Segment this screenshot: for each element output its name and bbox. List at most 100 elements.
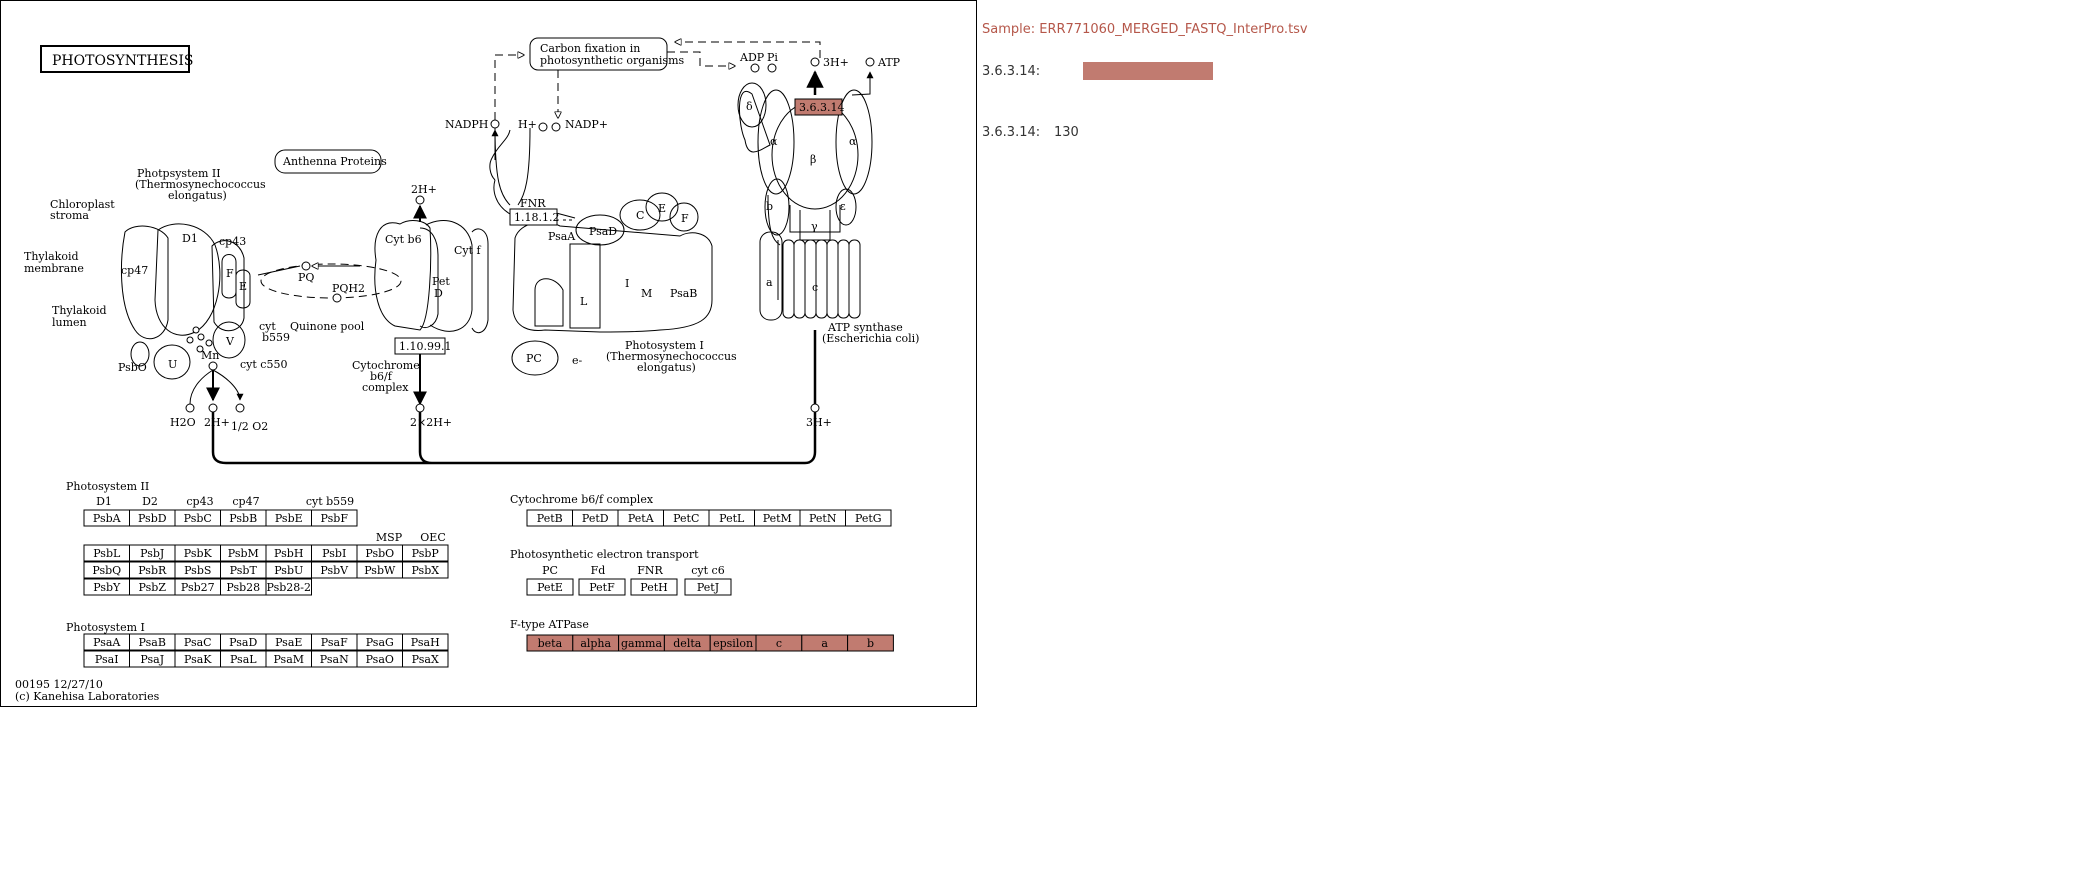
label-3h-bottom: 3H+ xyxy=(806,416,832,429)
ps1-gene-psah: PsaH xyxy=(411,636,440,649)
ps1-gene-psaf: PsaF xyxy=(321,636,348,649)
map-footer-copyright: (c) Kanehisa Laboratories xyxy=(15,690,160,703)
ps2-v: V xyxy=(225,335,235,348)
atp-synthase-label-2: (Escherichia coli) xyxy=(822,332,919,345)
legend-color-bar xyxy=(1083,62,1213,80)
ps1-gene-psax: PsaX xyxy=(412,653,439,666)
pet-gene-petf: PetF xyxy=(589,581,615,594)
ps1-gene-psac: PsaC xyxy=(184,636,212,649)
carbon-fixation-label-2: photosynthetic organisms xyxy=(540,54,685,67)
ps2-group-4: cyt b559 xyxy=(306,495,354,508)
ps1-psad: PsaD xyxy=(589,225,617,238)
label-2h-top: 2H+ xyxy=(411,183,437,196)
atpase-gene-delta: delta xyxy=(673,637,701,650)
ps2-gene-psb28-2: Psb28-2 xyxy=(266,581,311,594)
ps1-gene-psan: PsaN xyxy=(320,653,349,666)
label-quinone-pool: Quinone pool xyxy=(290,320,365,333)
ps2-gene-psbx: PsbX xyxy=(411,564,439,577)
atpase-table-heading: F-type ATPase xyxy=(510,618,589,631)
label-nadph: NADPH xyxy=(445,118,488,131)
ps2-gene-psb27: Psb27 xyxy=(181,581,215,594)
ps2-gene-psbs: PsbS xyxy=(184,564,211,577)
cytb6f-gene-petd: PetD xyxy=(582,512,609,525)
pet-gene-peth: PetH xyxy=(640,581,667,594)
sample-title: Sample: ERR771060_MERGED_FASTQ_InterPro.… xyxy=(982,22,1308,37)
ps1-e-minus: e- xyxy=(572,354,583,367)
ps2-gene-psbp: PsbP xyxy=(412,547,440,560)
atp-alpha2: α xyxy=(849,135,857,148)
ps1-f: F xyxy=(681,212,689,225)
atpase-gene-gamma: gamma xyxy=(621,637,662,650)
ps1-gene-psao: PsaO xyxy=(366,653,394,666)
label-pq: PQ xyxy=(298,271,314,284)
ps1-table-heading: Photosystem I xyxy=(66,621,145,634)
ps2-gene-psbr: PsbR xyxy=(138,564,167,577)
ps2-gene-psbv: PsbV xyxy=(320,564,349,577)
atp-alpha1: α xyxy=(770,135,778,148)
atpase-gene-a: a xyxy=(821,637,828,650)
ps2-gene-psbc: PsbC xyxy=(184,512,212,525)
kegg-pathway-map: PHOTOSYNTHESIS Chloroplast stroma Thylak… xyxy=(0,0,977,707)
label-nadpplus: NADP+ xyxy=(565,118,608,131)
ps2-group-1: D2 xyxy=(142,495,158,508)
atp-c: c xyxy=(812,281,818,294)
pet-group-1: Fd xyxy=(591,564,606,577)
label-2h-bottom: 2H+ xyxy=(204,416,230,429)
ps1-c: C xyxy=(636,209,644,222)
ps2-group-0: D1 xyxy=(96,495,112,508)
atp-a: a xyxy=(766,276,773,289)
ps1-gene-psam: PsaM xyxy=(273,653,304,666)
cytb6f-gene-petn: PetN xyxy=(809,512,837,525)
ps2-gene-psbb: PsbB xyxy=(229,512,257,525)
label-cyt-b6: Cyt b6 xyxy=(385,233,422,246)
compartment-stroma: stroma xyxy=(50,209,89,222)
ps1-gene-psae: PsaE xyxy=(275,636,302,649)
ps2-f: F xyxy=(226,267,234,280)
ps2-d1: D1 xyxy=(182,232,198,245)
antenna-proteins-label: Anthenna Proteins xyxy=(282,155,387,168)
ps2-gene-psbo: PsbO xyxy=(365,547,394,560)
atpase-gene-alpha: alpha xyxy=(580,637,611,650)
ps2-group-2: cp43 xyxy=(186,495,213,508)
ps2-gene-psbh: PsbH xyxy=(274,547,303,560)
ps1-psaa: PsaA xyxy=(548,230,576,243)
ps1-gene-psak: PsaK xyxy=(184,653,212,666)
ps2-gene-psbf: PsbF xyxy=(321,512,349,525)
ps1-e: E xyxy=(658,202,666,215)
ps1-gene-psag: PsaG xyxy=(366,636,394,649)
ps2-cyt-c550: cyt c550 xyxy=(240,358,287,371)
pet-gene-petj: PetJ xyxy=(697,581,719,594)
ps2-label-3: elongatus) xyxy=(168,189,227,202)
label-pet-d-2: D xyxy=(434,287,443,300)
ps2-gene-psbj: PsbJ xyxy=(140,547,164,560)
label-3h-top: 3H+ xyxy=(823,56,849,69)
ps1-m: M xyxy=(641,287,652,300)
ps2-gene-psby: PsbY xyxy=(93,581,121,594)
ps2-gene-psbd: PsbD xyxy=(138,512,167,525)
ps2-gene-psbl: PsbL xyxy=(93,547,121,560)
atpase-gene-beta: beta xyxy=(538,637,563,650)
label-h2o: H2O xyxy=(170,416,196,429)
map-title: PHOTOSYNTHESIS xyxy=(52,53,193,69)
ec-1-10-99-1: 1.10.99.1 xyxy=(399,340,451,353)
ps2-gene-psbt: PsbT xyxy=(230,564,258,577)
ps2-gene-psbi: PsbI xyxy=(322,547,346,560)
atp-b: b xyxy=(766,200,773,213)
atpase-gene-epsilon: epsilon xyxy=(713,637,753,650)
ps1-label-3: elongatus) xyxy=(637,361,696,374)
label-half-o2: 1/2 O2 xyxy=(231,420,268,433)
atp-epsilon: ε xyxy=(840,200,846,213)
label-cyt-f: Cyt f xyxy=(454,244,482,257)
legend-panel: Sample: ERR771060_MERGED_FASTQ_InterPro.… xyxy=(982,0,2082,200)
ps2-e: E xyxy=(239,280,247,293)
ps1-gene-psaa: PsaA xyxy=(93,636,121,649)
ps2-cyt-b559-2: b559 xyxy=(262,331,290,344)
ps2-table-heading: Photosystem II xyxy=(66,480,149,493)
cytb6f-gene-petb: PetB xyxy=(537,512,563,525)
cytb6f-gene-petc: PetC xyxy=(673,512,699,525)
ec-3-6-3-14: 3.6.3.14 xyxy=(799,101,844,114)
ps2-gene-psbw: PsbW xyxy=(364,564,396,577)
ps2-gene-psb28: Psb28 xyxy=(226,581,260,594)
ps1-gene-psal: PsaL xyxy=(230,653,257,666)
ps2-gene-psba: PsbA xyxy=(93,512,122,525)
